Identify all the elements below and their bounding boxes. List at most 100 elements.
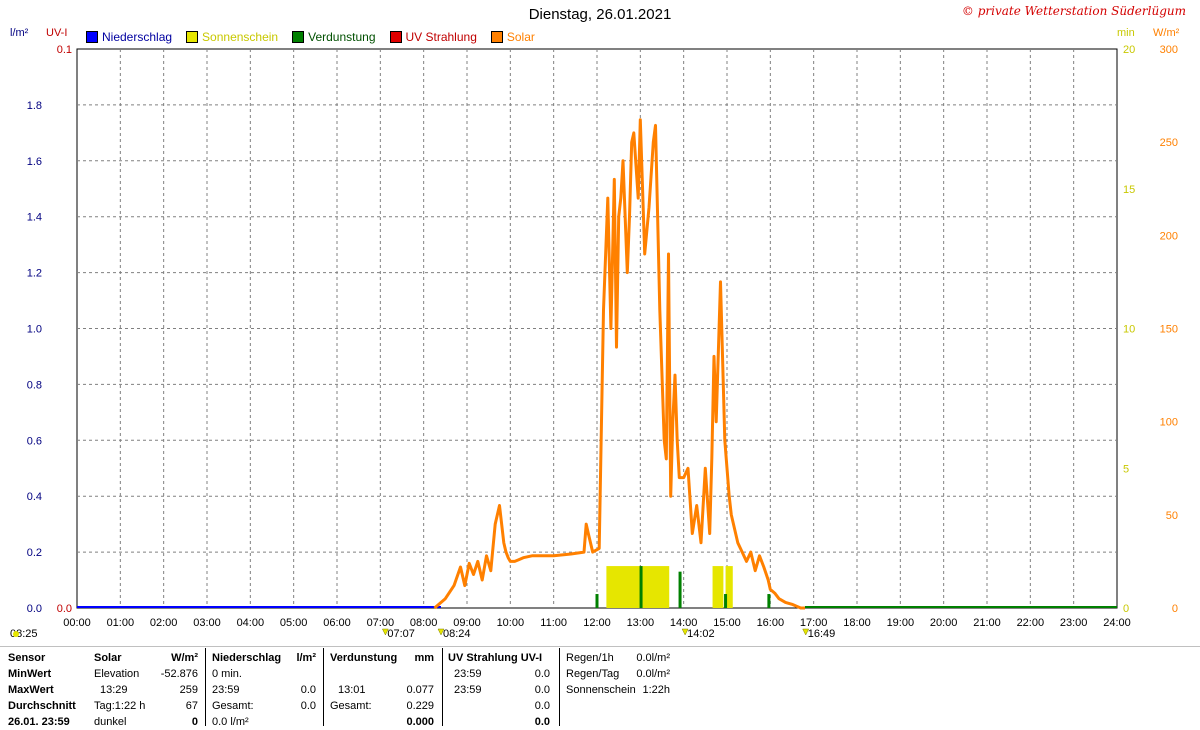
table-cell: Gesamt: (330, 700, 372, 712)
table-cell: Solar (94, 652, 122, 664)
table-cell: 0.0 (534, 684, 550, 696)
x-axis-tick: 05:00 (280, 617, 308, 629)
rain-axis-tick: 1.6 (27, 156, 42, 168)
x-axis-tick: 20:00 (930, 617, 958, 629)
evaporation-spike (724, 594, 728, 608)
uv-column: UV Strahlung UV-I 23:59 0.0 23:59 0.0 0.0 0.0 (448, 650, 554, 730)
table-row: 0.0 (448, 698, 554, 714)
rain-column: Niederschlag l/m² 0 min. 23:59 0.0 Gesamt: 0.0… (212, 650, 320, 730)
table-row: 23:59 0.0 (448, 682, 554, 698)
x-axis-tick: 02:00 (150, 617, 178, 629)
table-cell: 23:59 (454, 668, 482, 680)
table-cell: Gesamt: (212, 700, 254, 712)
x-axis-tick: 06:00 (323, 617, 351, 629)
sunshine-axis-tick: 20 (1123, 44, 1135, 56)
table-row: Sensor (8, 650, 88, 666)
table-row: UV Strahlung UV-I (448, 650, 554, 666)
solar-axis-tick: 150 (1160, 324, 1178, 336)
x-axis-tick: 04:00 (237, 617, 265, 629)
table-cell: 0.0 (300, 700, 316, 712)
table-cell: 1:22h (642, 684, 670, 696)
table-cell: 0.0l/m² (636, 668, 670, 680)
x-axis-tick: 00:00 (63, 617, 91, 629)
sunshine-axis-tick: 5 (1123, 463, 1129, 475)
table-cell: 0.000 (406, 716, 434, 728)
x-axis-tick: 01:00 (107, 617, 135, 629)
table-row: Regen/1h 0.0l/m² (566, 650, 676, 666)
table-row: 0.0 (448, 714, 554, 730)
x-axis-tick: 15:00 (713, 617, 741, 629)
table-cell: dunkel (94, 716, 127, 728)
table-row: 0.0 l/m² (212, 714, 320, 730)
sensor-column: Sensor MinWert MaxWert Durchschnitt 26.01. 2… (8, 650, 88, 730)
x-axis-tick: 24:00 (1103, 617, 1131, 629)
sunshine-axis-tick: 10 (1123, 324, 1135, 336)
sun-marker (13, 631, 19, 637)
solar-axis-tick: 300 (1160, 44, 1178, 56)
table-row: Gesamt: 0.0 (212, 698, 320, 714)
x-axis-tick: 03:00 (193, 617, 221, 629)
table-row: 23:59 0.0 (448, 666, 554, 682)
table-row: Gesamt: 0.229 (330, 698, 438, 714)
solar-axis-tick: 0 (1172, 603, 1178, 615)
solar-axis-tick: 50 (1166, 510, 1178, 522)
table-cell: Elevation (94, 668, 140, 680)
table-cell: 0.0 (534, 716, 550, 728)
table-row: 23:59 0.0 (212, 682, 320, 698)
table-row: Niederschlag l/m² (212, 650, 320, 666)
table-cell: 23:59 (454, 684, 482, 696)
table-row: Verdunstung mm (330, 650, 438, 666)
column-divider (205, 648, 206, 726)
time-marker-label: 16:49 (808, 628, 836, 640)
table-cell: 26.01. 23:59 (8, 716, 70, 728)
evaporation-spike (678, 571, 682, 608)
rain-axis-tick: 0.8 (27, 379, 42, 391)
rain-axis-tick: 1.8 (27, 100, 42, 112)
table-row: 13:01 0.077 (330, 682, 438, 698)
table-cell: 0.0 (534, 668, 550, 680)
table-cell: 13:29 (100, 684, 128, 696)
x-axis-tick: 11:00 (540, 617, 567, 629)
column-divider (442, 648, 443, 726)
table-cell: 0 (191, 716, 198, 728)
uv-axis-tick: 0.1 (57, 44, 72, 56)
evaporation-spike (639, 566, 643, 608)
x-axis-tick: 10:00 (497, 617, 525, 629)
time-marker-label: 14:02 (687, 628, 715, 640)
table-cell: 0.0 (534, 700, 550, 712)
column-divider (559, 648, 560, 726)
table-cell: l/m² (296, 652, 316, 664)
table-cell: 259 (179, 684, 198, 696)
table-row: Sonnenschein 1:22h (566, 682, 676, 698)
table-cell: 0 min. (212, 668, 242, 680)
table-cell: Durchschnitt (8, 700, 76, 712)
table-cell: 0.077 (406, 684, 434, 696)
table-cell: Regen/1h (566, 652, 614, 664)
table-cell: W/m² (171, 652, 198, 664)
uv-axis-tick: 0.0 (57, 603, 72, 615)
table-cell: 67 (185, 700, 198, 712)
rain-axis-tick: 0.6 (27, 435, 42, 447)
table-cell: Verdunstung (330, 652, 398, 664)
table-row: Durchschnitt (8, 698, 88, 714)
table-row: 26.01. 23:59 (8, 714, 88, 730)
table-cell: 0.0l/m² (636, 652, 670, 664)
x-axis-tick: 18:00 (843, 617, 871, 629)
table-row: Solar W/m² (94, 650, 202, 666)
x-axis-tick: 12:00 (583, 617, 611, 629)
table-cell: -52.876 (160, 668, 198, 680)
table-row: 0.000 (330, 714, 438, 730)
table-cell: mm (414, 652, 434, 664)
weather-chart: 0.0 0.2 0.4 0.6 0.8 1.0 1.2 1.4 1.6 1.8 0.0 0.1 0 5 10… (10, 44, 1178, 640)
rain-axis-tick: 1.0 (27, 324, 42, 336)
table-cell: 23:59 (212, 684, 240, 696)
evaporation-column: Verdunstung mm 13:01 0.077 Gesamt: 0.229 0.000 (330, 650, 438, 730)
table-cell: 0.229 (406, 700, 434, 712)
x-axis-tick: 19:00 (887, 617, 915, 629)
table-separator (0, 646, 1200, 647)
solar-column: Solar W/m² Elevation -52.876 13:29 259 Tag:1:2… (94, 650, 202, 730)
x-axis-tick: 21:00 (973, 617, 1001, 629)
table-row: MaxWert (8, 682, 88, 698)
table-cell: Niederschlag (212, 652, 282, 664)
column-divider (323, 648, 324, 726)
